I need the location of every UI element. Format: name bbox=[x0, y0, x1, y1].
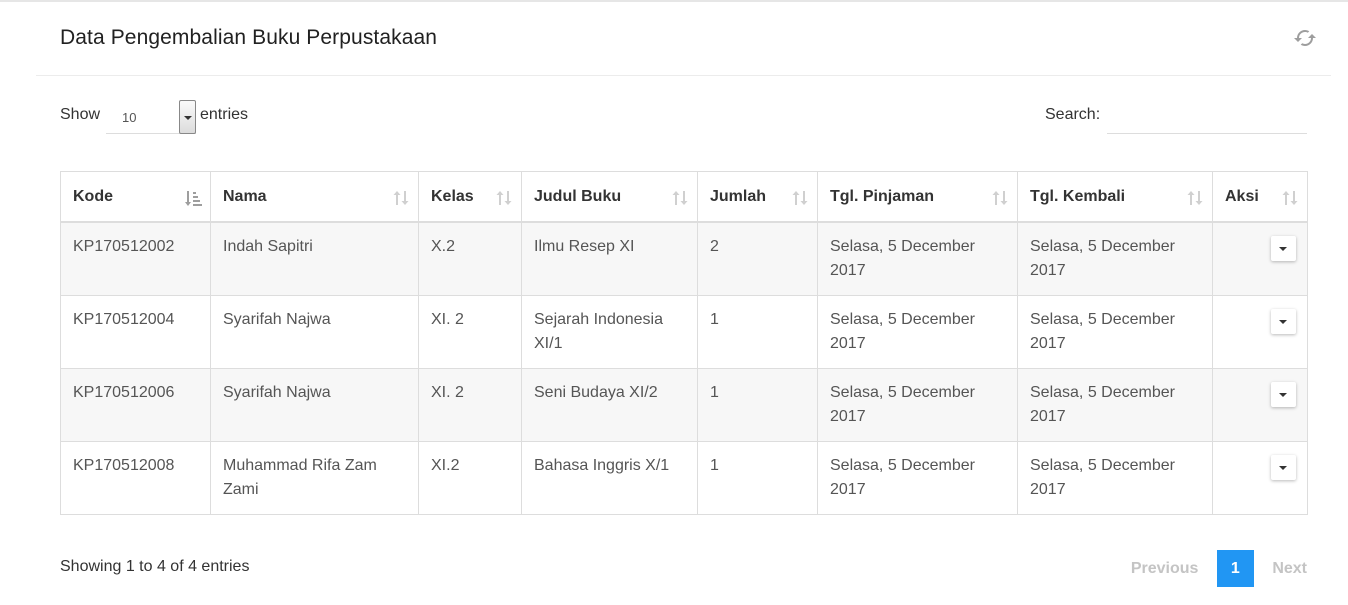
sort-both-icon[interactable] bbox=[1281, 189, 1299, 207]
kode-cell: KP170512008 bbox=[60, 441, 211, 515]
page-frame: Data Pengembalian Buku Perpustakaan Show… bbox=[0, 0, 1348, 603]
tgl-pinjaman-cell: Selasa, 5 December 2017 bbox=[817, 441, 1018, 515]
jumlah-cell: 2 bbox=[697, 221, 818, 296]
column-header-label: Kode bbox=[73, 188, 113, 205]
previous-button[interactable]: Previous bbox=[1131, 550, 1199, 587]
aksi-cell bbox=[1212, 368, 1308, 442]
action-dropdown-button[interactable] bbox=[1271, 455, 1296, 480]
kode-cell: KP170512006 bbox=[60, 368, 211, 442]
kode-cell: KP170512002 bbox=[60, 221, 211, 296]
jumlah-cell: 1 bbox=[697, 368, 818, 442]
sort-both-icon[interactable] bbox=[392, 189, 410, 207]
column-header-label: Aksi bbox=[1225, 188, 1259, 205]
jumlah-cell: 1 bbox=[697, 441, 818, 515]
card-header: Data Pengembalian Buku Perpustakaan bbox=[36, 4, 1331, 76]
refresh-icon[interactable] bbox=[1293, 26, 1317, 50]
sort-both-icon[interactable] bbox=[791, 189, 809, 207]
action-dropdown-button[interactable] bbox=[1271, 309, 1296, 334]
action-dropdown-button[interactable] bbox=[1271, 382, 1296, 407]
kode-cell: KP170512004 bbox=[60, 295, 211, 369]
jumlah-cell: 1 bbox=[697, 295, 818, 369]
tgl-kembali-cell: Selasa, 5 December 2017 bbox=[1017, 441, 1213, 515]
table-row: KP170512002 Indah Sapitri X.2 Ilmu Resep XI… bbox=[60, 221, 1308, 296]
tgl-kembali-cell: Selasa, 5 December 2017 bbox=[1017, 221, 1213, 296]
entries-length-value: 10 bbox=[122, 110, 137, 125]
column-header-judul-buku[interactable]: Judul Buku bbox=[521, 171, 698, 223]
aksi-cell bbox=[1212, 295, 1308, 369]
pagination: Previous 1 Next bbox=[1131, 550, 1307, 587]
table-row: KP170512006 Syarifah Najwa XI. 2 Seni Buday… bbox=[60, 368, 1308, 442]
show-label: Show bbox=[60, 106, 101, 123]
kelas-cell: XI.2 bbox=[418, 441, 522, 515]
tgl-kembali-cell: Selasa, 5 December 2017 bbox=[1017, 368, 1213, 442]
table-info: Showing 1 to 4 of 4 entries bbox=[60, 558, 250, 575]
tgl-pinjaman-cell: Selasa, 5 December 2017 bbox=[817, 221, 1018, 296]
entries-length-select[interactable]: 10 bbox=[106, 100, 196, 134]
tgl-pinjaman-cell: Selasa, 5 December 2017 bbox=[817, 295, 1018, 369]
column-header-tgl-pinjaman[interactable]: Tgl. Pinjaman bbox=[817, 171, 1018, 223]
page-1-button[interactable]: 1 bbox=[1216, 550, 1254, 587]
judul-cell: Bahasa Inggris X/1 bbox=[521, 441, 698, 515]
tgl-pinjaman-cell: Selasa, 5 December 2017 bbox=[817, 368, 1018, 442]
judul-cell: Seni Budaya XI/2 bbox=[521, 368, 698, 442]
table-row: KP170512008 Muhammad Rifa Zam Zami XI.2 Bah… bbox=[60, 441, 1308, 515]
aksi-cell bbox=[1212, 441, 1308, 515]
entries-label: entries bbox=[200, 106, 249, 123]
column-header-jumlah[interactable]: Jumlah bbox=[697, 171, 818, 223]
sort-both-icon[interactable] bbox=[671, 189, 689, 207]
aksi-cell bbox=[1212, 221, 1308, 296]
judul-cell: Ilmu Resep XI bbox=[521, 221, 698, 296]
column-header-aksi[interactable]: Aksi bbox=[1212, 171, 1308, 223]
chevron-down-icon[interactable] bbox=[179, 100, 196, 134]
nama-cell: Syarifah Najwa bbox=[210, 368, 419, 442]
column-header-label: Tgl. Kembali bbox=[1030, 188, 1126, 205]
column-header-kode[interactable]: Kode bbox=[60, 171, 211, 223]
page-title: Data Pengembalian Buku Perpustakaan bbox=[60, 26, 438, 49]
search-label: Search: bbox=[1045, 106, 1101, 123]
tgl-kembali-cell: Selasa, 5 December 2017 bbox=[1017, 295, 1213, 369]
column-header-label: Tgl. Pinjaman bbox=[830, 188, 935, 205]
sort-ascending-icon[interactable] bbox=[184, 189, 202, 207]
column-header-nama[interactable]: Nama bbox=[210, 171, 419, 223]
column-header-label: Judul Buku bbox=[534, 188, 622, 205]
column-header-tgl-kembali[interactable]: Tgl. Kembali bbox=[1017, 171, 1213, 223]
column-header-label: Jumlah bbox=[710, 188, 767, 205]
kelas-cell: X.2 bbox=[418, 221, 522, 296]
table-header-row: Kode Nama Kelas Judul Buku Jumlah Tgl. Pinjam… bbox=[60, 171, 1308, 223]
kelas-cell: XI. 2 bbox=[418, 368, 522, 442]
column-header-label: Kelas bbox=[431, 188, 474, 205]
nama-cell: Syarifah Najwa bbox=[210, 295, 419, 369]
next-button[interactable]: Next bbox=[1272, 550, 1307, 587]
nama-cell: Indah Sapitri bbox=[210, 221, 419, 296]
column-header-label: Nama bbox=[223, 188, 267, 205]
judul-cell: Sejarah Indonesia XI/1 bbox=[521, 295, 698, 369]
sort-both-icon[interactable] bbox=[1186, 189, 1204, 207]
sort-both-icon[interactable] bbox=[495, 189, 513, 207]
kelas-cell: XI. 2 bbox=[418, 295, 522, 369]
sort-both-icon[interactable] bbox=[991, 189, 1009, 207]
action-dropdown-button[interactable] bbox=[1271, 236, 1296, 261]
table-controls: Show 10 entries Search: bbox=[60, 98, 1307, 138]
table-body: KP170512002 Indah Sapitri X.2 Ilmu Resep XI… bbox=[60, 221, 1308, 515]
nama-cell: Muhammad Rifa Zam Zami bbox=[210, 441, 419, 515]
search-input[interactable] bbox=[1107, 98, 1307, 134]
data-table: Kode Nama Kelas Judul Buku Jumlah Tgl. Pinjam… bbox=[60, 171, 1308, 515]
column-header-kelas[interactable]: Kelas bbox=[418, 171, 522, 223]
table-row: KP170512004 Syarifah Najwa XI. 2 Sejarah In… bbox=[60, 295, 1308, 369]
